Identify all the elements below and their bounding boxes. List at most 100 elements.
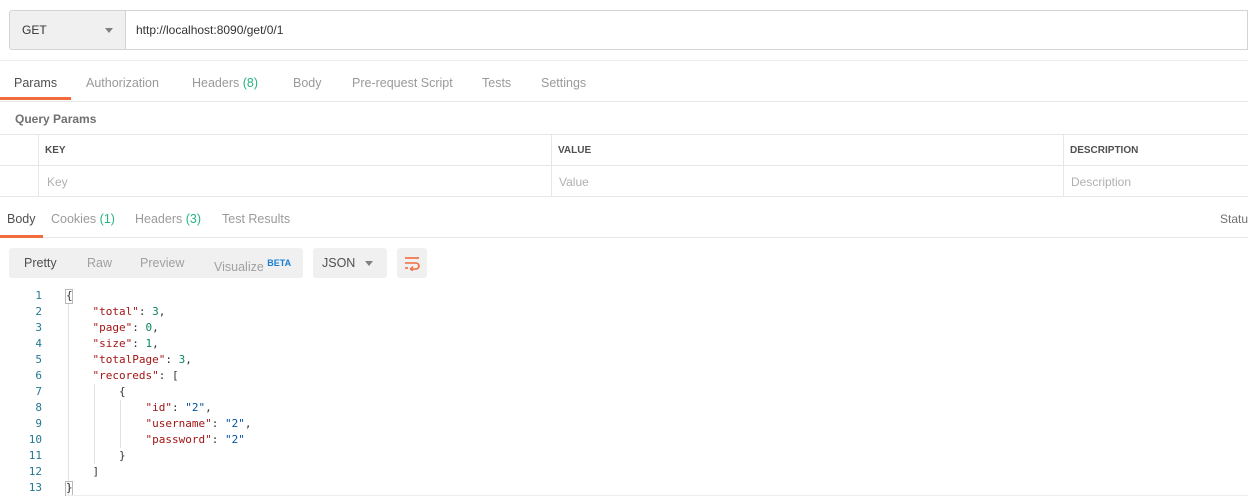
format-tab-raw[interactable]: Raw [87,248,112,278]
tab-label: Headers [135,212,183,226]
format-tab-pretty[interactable]: Pretty [24,248,57,278]
code-line: 1{ [0,288,1248,304]
code-line: 13} [0,480,1248,496]
params-header-row: KEY VALUE DESCRIPTION [0,135,1248,166]
tab-label: Cookies [51,212,97,226]
line-number: 12 [28,465,42,478]
tab-count: (1) [99,212,115,226]
tab-tests[interactable]: Tests [482,61,511,102]
response-tabs: Body Cookies (1) Headers (3) Test Result… [0,198,1248,238]
code-text: } [66,481,73,494]
code-line: 3 "page": 0, [0,320,1248,336]
params-table: KEY VALUE DESCRIPTION Key Value Descript… [0,134,1248,197]
params-empty-row: Key Value Description [0,166,1248,197]
tab-count: (8) [242,76,259,90]
column-header-description: DESCRIPTION [1063,135,1248,166]
header-text: DESCRIPTION [1070,145,1139,156]
response-tab-headers[interactable]: Headers (3) [135,198,201,238]
column-header-value: VALUE [551,135,1063,166]
tab-label: Params [14,76,58,90]
chevron-down-icon [105,27,113,33]
line-number: 8 [35,401,42,414]
tab-label: Test Results [222,212,291,226]
editor-divider [66,495,1248,496]
line-number: 11 [28,449,42,462]
active-tab-indicator [0,97,71,100]
description-input[interactable]: Description [1063,166,1248,197]
line-number: 1 [35,289,42,302]
code-text: ] [66,465,100,478]
tab-label: Settings [541,76,587,90]
code-line: 9 "username": "2", [0,416,1248,432]
beta-badge: BETA [267,258,292,268]
key-input[interactable]: Key [38,166,551,197]
line-number: 2 [35,305,42,318]
header-text: KEY [45,145,66,156]
line-number: 5 [35,353,42,366]
line-number: 6 [35,369,42,382]
chevron-down-icon [365,260,373,266]
line-number: 13 [28,481,42,494]
format-tab-preview[interactable]: Preview [140,248,184,278]
response-body-editor[interactable]: 1{2 "total": 3, 3 "page": 0, 4 "size": 1, 5… [0,288,1248,500]
code-line: 10 "password": "2" [0,432,1248,448]
format-tabs: Pretty Raw Preview Visualize BETA [9,248,303,278]
tab-label: Body [7,212,36,226]
code-text: } [66,449,126,462]
request-tabs: Params Authorization Headers (8) Body Pr… [0,60,1248,102]
code-text: "username": "2", [145,417,252,430]
method-select[interactable]: GET [9,10,126,50]
tab-settings[interactable]: Settings [541,61,586,102]
tab-label: Pre-request Script [352,76,453,90]
request-bar: GET http://localhost:8090/get/0/1 [9,10,1248,50]
placeholder-text: Value [559,174,589,189]
line-number: 3 [35,321,42,334]
code-line: 5 "totalPage": 3, [0,352,1248,368]
tab-headers[interactable]: Headers (8) [192,61,258,102]
code-line: 4 "size": 1, [0,336,1248,352]
code-line: 2 "total": 3, [0,304,1248,320]
code-text: "totalPage": 3, [92,353,192,366]
query-params-title: Query Params [15,112,97,126]
wrap-lines-button[interactable] [397,248,427,278]
tab-label: Headers [192,76,240,90]
format-tab-visualize[interactable]: Visualize BETA [214,248,291,278]
line-number: 7 [35,385,42,398]
line-number: 9 [35,417,42,430]
tab-label: Body [293,76,322,90]
code-text: "password": "2" [145,433,245,446]
code-text: "total": 3, [92,305,166,318]
column-header-key: KEY [38,135,551,166]
url-input[interactable]: http://localhost:8090/get/0/1 [126,10,1248,50]
wrap-lines-icon [405,257,420,271]
code-text: "size": 1, [92,337,159,350]
language-select[interactable]: JSON [313,248,387,278]
active-response-tab-indicator [0,235,43,238]
language-label: JSON [322,256,356,270]
response-tab-body[interactable]: Body [7,198,36,238]
tab-params[interactable]: Params [14,61,57,102]
code-text: "recoreds": [ [92,369,179,382]
value-input[interactable]: Value [551,166,1063,197]
line-number: 10 [28,433,42,446]
placeholder-text: Description [1071,174,1132,189]
tab-label: Authorization [86,76,159,90]
header-text: VALUE [558,145,592,156]
code-text: "id": "2", [145,401,212,414]
status-label: Statu [1220,212,1248,226]
code-text: { [66,289,73,302]
response-tab-test-results[interactable]: Test Results [222,198,290,238]
code-line: 12 ] [0,464,1248,480]
code-line: 7 { [0,384,1248,400]
tab-authorization[interactable]: Authorization [86,61,159,102]
visualize-label: Visualize [214,260,264,275]
code-text: "page": 0, [92,321,159,334]
code-line: 11 } [0,448,1248,464]
tab-label: Tests [482,76,512,90]
tab-pre-request-script[interactable]: Pre-request Script [352,61,453,102]
code-text: { [66,385,126,398]
tab-count: (3) [185,212,202,226]
tab-body[interactable]: Body [293,61,322,102]
method-label: GET [22,23,47,37]
response-tab-cookies[interactable]: Cookies (1) [51,198,115,238]
